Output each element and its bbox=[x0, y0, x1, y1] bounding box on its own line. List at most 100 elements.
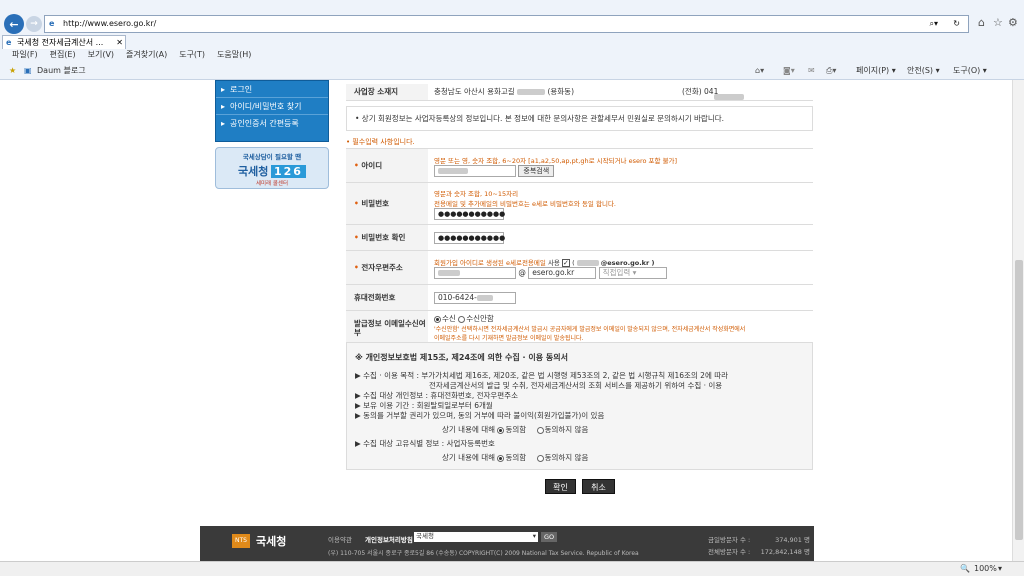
pw-confirm-label-cell: 비밀번호 확인 bbox=[346, 224, 428, 251]
pw-hint1: 영문과 숫자 조합, 10~15자리 bbox=[434, 189, 519, 198]
browser-tab[interactable]: e 국세청 전자세금계산서 ... ✕ bbox=[2, 35, 126, 49]
cancel-button[interactable]: 취소 bbox=[582, 479, 615, 494]
mobile-input[interactable]: 010-6424- bbox=[434, 291, 516, 304]
email-label: 전자우편주소 bbox=[354, 263, 403, 272]
receive-no-radio[interactable] bbox=[458, 315, 466, 323]
menu-tools[interactable]: 도구(T) bbox=[179, 48, 205, 62]
safety-menu[interactable]: 안전(S) ▾ bbox=[907, 63, 940, 79]
consent-question-2: 상기 내용에 대해 bbox=[442, 453, 496, 462]
receive-yes-radio[interactable] bbox=[434, 315, 441, 323]
id-hint: 영문 또는 영, 숫자 조합, 6~20자 [a1,a2,50,ap,pt,gh… bbox=[434, 156, 678, 165]
footer-logo: 국세청 bbox=[256, 535, 287, 548]
forward-icon[interactable]: → bbox=[26, 16, 42, 32]
print-icon[interactable]: ⎙▾ bbox=[826, 63, 836, 79]
phone-label: (전화) 041 bbox=[682, 87, 719, 97]
disagree-label-2: 동의하지 않음 bbox=[544, 453, 589, 462]
today-visitors-label: 금일방문자 수 : bbox=[708, 536, 751, 544]
total-visitors-value: 172,842,148 명 bbox=[760, 548, 810, 556]
email-domain-input[interactable]: esero.go.kr bbox=[528, 266, 597, 279]
scrollbar-thumb[interactable] bbox=[1015, 260, 1023, 540]
mobile-value: 010-6424- bbox=[438, 292, 477, 302]
duplicate-check-button[interactable]: 중복검색 bbox=[518, 164, 555, 177]
search-icon[interactable]: ⌕▾ bbox=[930, 16, 939, 32]
favorites-star-icon[interactable]: ☆ bbox=[993, 16, 1003, 29]
callcenter-banner[interactable]: 국세상담이 필요할 땐 국세청 126 세미래 콜센터 bbox=[215, 147, 329, 189]
mobile-label: 휴대전화번호 bbox=[346, 284, 428, 311]
receive-cell: 수신 수신안함 '수신안함' 선택하시면 전자세금계산서 발급시 공급자에게 발… bbox=[428, 310, 813, 345]
footer-address: (우) 110-705 서울시 종로구 종로5길 86 (수송동) COPYRI… bbox=[328, 550, 639, 557]
email-redacted bbox=[576, 259, 599, 266]
consent-title: ※ 개인정보보호법 제15조, 제24조에 의한 수집 · 이용 동의서 bbox=[355, 353, 568, 362]
sidebar-item-cert[interactable]: 공인인증서 간편등록 bbox=[216, 115, 328, 132]
pw-label-cell: 비밀번호 bbox=[346, 182, 428, 225]
notice-box: • 상기 회원정보는 사업자등록상의 정보입니다. 본 정보에 대한 문의사항은… bbox=[346, 106, 813, 131]
menu-edit[interactable]: 편집(E) bbox=[50, 48, 76, 62]
mail-icon[interactable]: ✉ bbox=[808, 63, 815, 79]
id-cell: 영문 또는 영, 숫자 조합, 6~20자 [a1,a2,50,ap,pt,gh… bbox=[428, 148, 813, 183]
consent-row-2: 상기 내용에 대해 동의함 동의하지 않음 bbox=[442, 452, 588, 463]
home-icon[interactable]: ⌂ bbox=[978, 16, 985, 29]
footer-select-value: 국세청 bbox=[416, 532, 434, 540]
disagree-radio-1[interactable] bbox=[536, 426, 544, 434]
home-toolbar-icon[interactable]: ⌂▾ bbox=[755, 63, 764, 79]
agree-radio-1[interactable] bbox=[497, 426, 505, 434]
menu-help[interactable]: 도움말(H) bbox=[217, 48, 251, 62]
consent-row-1: 상기 내용에 대해 동의함 동의하지 않음 bbox=[442, 424, 588, 435]
agree-radio-2[interactable] bbox=[497, 454, 505, 462]
footer-terms-link[interactable]: 이용약관 bbox=[328, 534, 352, 544]
pw-cell: 영문과 숫자 조합, 10~15자리 전용메일 및 추가메일의 비밀번호는 e세… bbox=[428, 182, 813, 225]
add-favorite-icon[interactable]: ★ bbox=[9, 63, 16, 79]
menu-view[interactable]: 보기(V) bbox=[88, 48, 114, 62]
sidebar-menu: 로그인 아이디/비밀번호 찾기 공인인증서 간편등록 bbox=[215, 80, 329, 142]
banner-number: 126 bbox=[270, 165, 306, 178]
footer-privacy-link[interactable]: 개인정보처리방침 bbox=[365, 534, 413, 544]
menu-favorites[interactable]: 즐겨찾기(A) bbox=[126, 48, 167, 62]
address-cell: 충청남도 아산시 용화고길 (용화동) (전화) 041 bbox=[428, 84, 813, 101]
email-id-input[interactable] bbox=[434, 266, 516, 279]
browser-chrome: ← → e http://www.esero.go.kr/ ⌕▾ ↻ ⌂ ☆ ⚙… bbox=[0, 0, 1024, 80]
password-confirm-input[interactable]: ●●●●●●●●●●● bbox=[434, 231, 505, 244]
agree-label-2: 동의함 bbox=[505, 453, 527, 462]
address-value: 충청남도 아산시 용화고길 bbox=[434, 87, 515, 97]
sidebar-item-login[interactable]: 로그인 bbox=[216, 81, 328, 98]
refresh-icon[interactable]: ↻ bbox=[953, 16, 960, 32]
page-content: 로그인 아이디/비밀번호 찾기 공인인증서 간편등록 국세상담이 필요할 땐 국… bbox=[0, 80, 1012, 561]
disagree-radio-2[interactable] bbox=[536, 454, 544, 462]
member-form: 아이디 영문 또는 영, 숫자 조합, 6~20자 [a1,a2,50,ap,p… bbox=[346, 148, 813, 345]
address-suffix: (용화동) bbox=[547, 87, 575, 97]
sidebar-item-find-id[interactable]: 아이디/비밀번호 찾기 bbox=[216, 98, 328, 115]
email-label-cell: 전자우편주소 bbox=[346, 250, 428, 285]
vertical-scrollbar[interactable] bbox=[1012, 80, 1024, 561]
footer-go-button[interactable]: GO bbox=[541, 532, 558, 542]
menu-file[interactable]: 파일(F) bbox=[12, 48, 38, 62]
zoom-level[interactable]: 100% bbox=[974, 562, 997, 576]
password-input[interactable]: ●●●●●●●●●●● bbox=[434, 207, 505, 220]
settings-gear-icon[interactable]: ⚙ bbox=[1008, 16, 1018, 29]
email-at: @ bbox=[518, 267, 526, 277]
disagree-label-1: 동의하지 않음 bbox=[544, 425, 589, 434]
feeds-icon[interactable]: ◙▾ bbox=[783, 63, 795, 79]
email-open-paren: ( bbox=[572, 258, 575, 267]
pw-confirm-label: 비밀번호 확인 bbox=[354, 233, 405, 242]
mobile-cell: 010-6424- bbox=[428, 284, 813, 311]
ok-button[interactable]: 확인 bbox=[545, 479, 576, 494]
address-redacted bbox=[517, 89, 546, 96]
email-domain-select[interactable]: 직접입력 ▾ bbox=[598, 266, 667, 279]
email-select-value: 직접입력 bbox=[602, 267, 631, 277]
phone-redacted bbox=[714, 94, 744, 100]
zoom-dropdown-icon[interactable]: ▾ bbox=[998, 562, 1002, 576]
banner-line1: 국세상담이 필요할 땐 bbox=[242, 153, 302, 161]
zoom-icon[interactable]: 🔍 bbox=[960, 562, 970, 576]
favorite-page-icon: ▣ bbox=[24, 66, 32, 75]
address-bar[interactable]: e http://www.esero.go.kr/ ⌕▾ ↻ bbox=[44, 15, 969, 33]
consent-unique: ▶ 수집 대상 고유식별 정보 : 사업자등록번호 bbox=[355, 439, 495, 448]
back-icon[interactable]: ← bbox=[4, 14, 24, 34]
consent-box: ※ 개인정보보호법 제15조, 제24조에 의한 수집 · 이용 동의서 ▶ 수… bbox=[346, 342, 813, 470]
page-menu[interactable]: 페이지(P) ▾ bbox=[856, 63, 896, 79]
id-input[interactable] bbox=[434, 164, 516, 177]
footer-site-select[interactable]: 국세청 ▾ bbox=[414, 532, 538, 542]
email-use-checkbox[interactable]: ✓ bbox=[561, 258, 570, 267]
favorite-daum-blog[interactable]: Daum 블로그 bbox=[37, 63, 86, 79]
receive-no-label: 수신안함 bbox=[466, 314, 494, 323]
tools-menu[interactable]: 도구(O) ▾ bbox=[953, 63, 987, 79]
